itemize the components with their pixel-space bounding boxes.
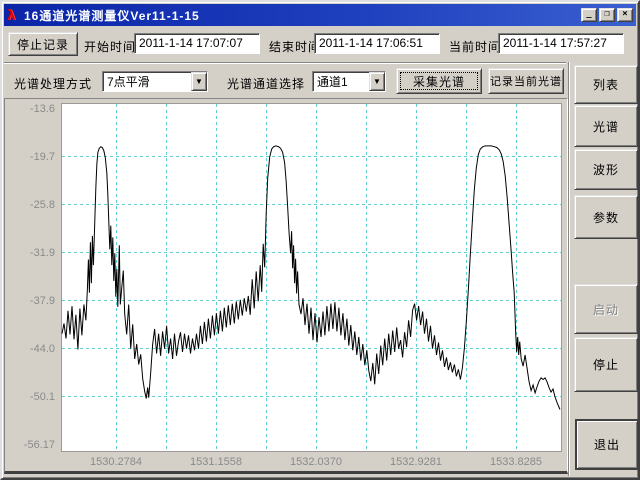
side-button-start[interactable]: 启动: [574, 284, 638, 334]
side-button-stop[interactable]: 停止: [574, 337, 638, 392]
channel-select[interactable]: 通道1 ▼: [312, 71, 386, 92]
chevron-down-icon[interactable]: ▼: [191, 72, 207, 91]
current-time-label: 当前时间: [449, 38, 501, 55]
process-mode-value: 7点平滑: [103, 73, 191, 90]
record-current-spectrum-button[interactable]: 记录当前光谱: [488, 68, 564, 94]
app-window: λ 16通道光谱测量仪Ver11-1-15 _ ❐ × 停止记录 开始时间 20…: [0, 0, 640, 480]
spectrum-chart: -13.6 -19.7 -25.8 -31.9 -37.9 -44.0 -50.1 -56.1…: [5, 99, 567, 468]
chart-panel: -13.6 -19.7 -25.8 -31.9 -37.9 -44.0 -50.1 -56.1…: [4, 98, 568, 474]
stop-record-button[interactable]: 停止记录: [8, 32, 78, 56]
toolbar-divider: [4, 62, 566, 64]
channel-select-label: 光谱通道选择: [227, 75, 305, 92]
chevron-down-icon[interactable]: ▼: [369, 72, 385, 91]
side-button-list[interactable]: 列表: [574, 65, 638, 104]
app-lambda-icon: λ: [7, 7, 24, 24]
svg-text:-44.0: -44.0: [30, 343, 55, 355]
restore-icon[interactable]: ❐: [599, 8, 615, 22]
title-bar: λ 16通道光谱测量仪Ver11-1-15 _ ❐ ×: [4, 4, 636, 26]
side-panel-divider: [568, 62, 570, 476]
current-time-field[interactable]: 2011-1-14 17:57:27: [498, 33, 624, 54]
svg-text:-50.1: -50.1: [30, 391, 55, 403]
side-button-spectrum[interactable]: 光谱: [574, 105, 638, 147]
svg-text:1532.0370: 1532.0370: [290, 456, 342, 468]
svg-text:1530.2784: 1530.2784: [90, 456, 142, 468]
side-button-exit[interactable]: 退出: [575, 419, 639, 470]
minimize-icon[interactable]: _: [581, 8, 597, 22]
process-mode-label: 光谱处理方式: [14, 75, 92, 92]
side-button-parameters[interactable]: 参数: [574, 195, 638, 239]
svg-text:-31.9: -31.9: [30, 247, 55, 259]
start-time-label: 开始时间: [84, 38, 136, 55]
channel-value: 通道1: [313, 73, 369, 90]
svg-text:1532.9281: 1532.9281: [390, 456, 442, 468]
svg-text:-13.6: -13.6: [30, 103, 55, 115]
side-button-waveform[interactable]: 波形: [574, 149, 638, 190]
svg-text:1533.8285: 1533.8285: [490, 456, 542, 468]
close-icon[interactable]: ×: [617, 8, 633, 22]
window-title: 16通道光谱测量仪Ver11-1-15: [24, 7, 581, 24]
end-time-field[interactable]: 2011-1-14 17:06:51: [314, 33, 440, 54]
svg-text:-56.17: -56.17: [24, 439, 55, 451]
window-controls: _ ❐ ×: [581, 8, 633, 22]
process-mode-select[interactable]: 7点平滑 ▼: [102, 71, 208, 92]
svg-text:1531.1558: 1531.1558: [190, 456, 242, 468]
start-time-field[interactable]: 2011-1-14 17:07:07: [134, 33, 260, 54]
svg-text:-19.7: -19.7: [30, 151, 55, 163]
acquire-spectrum-button[interactable]: 采集光谱: [396, 68, 482, 94]
svg-text:-25.8: -25.8: [30, 199, 55, 211]
svg-text:-37.9: -37.9: [30, 295, 55, 307]
